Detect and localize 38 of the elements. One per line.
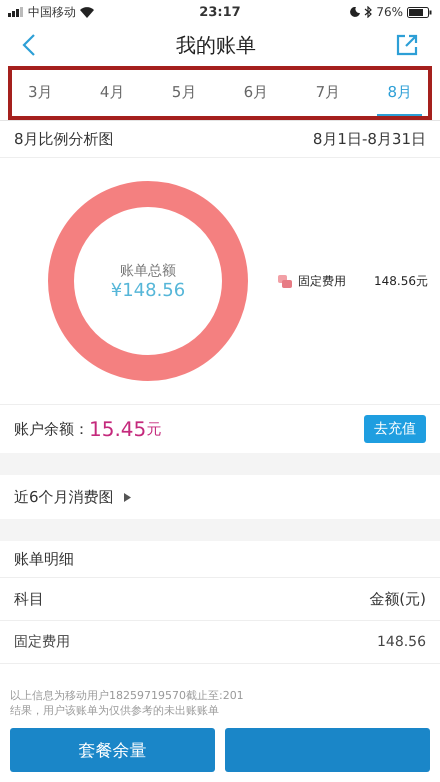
total-label: 账单总额 <box>120 262 176 280</box>
signal-icon <box>8 7 24 17</box>
date-range: 8月1日-8月31日 <box>312 130 426 148</box>
month-tab[interactable]: 6月 <box>234 70 278 116</box>
balance-unit: 元 <box>146 420 162 438</box>
month-tab[interactable]: 4月 <box>90 70 134 116</box>
action-button[interactable]: 套餐余量 <box>10 728 215 772</box>
share-icon[interactable] <box>396 34 418 56</box>
table-cell: 148.56 <box>377 634 426 650</box>
legend-amount: 148.56元 <box>374 272 428 290</box>
coins-icon <box>278 274 292 288</box>
trend-link[interactable]: 近6个月消费图 <box>0 475 440 519</box>
disclaimer-text: 以上信息为移动用户18259719570截止至:201 <box>10 688 245 703</box>
column-header: 科目 <box>14 590 44 608</box>
balance-label: 账户余额： <box>14 420 89 438</box>
section-title: 账单明细 <box>0 541 440 578</box>
balance-amount: 15.45 <box>89 417 146 441</box>
bluetooth-icon <box>364 6 372 18</box>
total-amount: ¥148.56 <box>110 280 186 300</box>
disclaimer-text: 结果，用户该账单为仅供参考的未出账账单 <box>10 703 220 718</box>
page-title: 我的账单 <box>176 32 256 58</box>
legend-label: 固定费用 <box>298 272 346 290</box>
back-icon[interactable] <box>22 33 36 57</box>
carrier-name: 中国移动 <box>28 4 76 20</box>
table-cell: 固定费用 <box>14 633 70 651</box>
wifi-icon <box>80 6 94 18</box>
status-time: 23:17 <box>199 4 241 20</box>
month-tab[interactable]: 7月 <box>306 70 350 116</box>
section-title: 8月比例分析图 <box>14 130 114 148</box>
column-header: 金额(元) <box>369 590 426 608</box>
play-icon <box>124 492 131 502</box>
month-tab[interactable]: 3月 <box>18 70 63 116</box>
recharge-button[interactable]: 去充值 <box>364 415 426 443</box>
battery-icon <box>406 6 432 18</box>
moon-icon <box>350 7 360 17</box>
month-tab[interactable]: 5月 <box>162 70 206 116</box>
month-tab[interactable]: 8月 <box>377 70 422 116</box>
battery-percent: 76% <box>376 5 403 19</box>
